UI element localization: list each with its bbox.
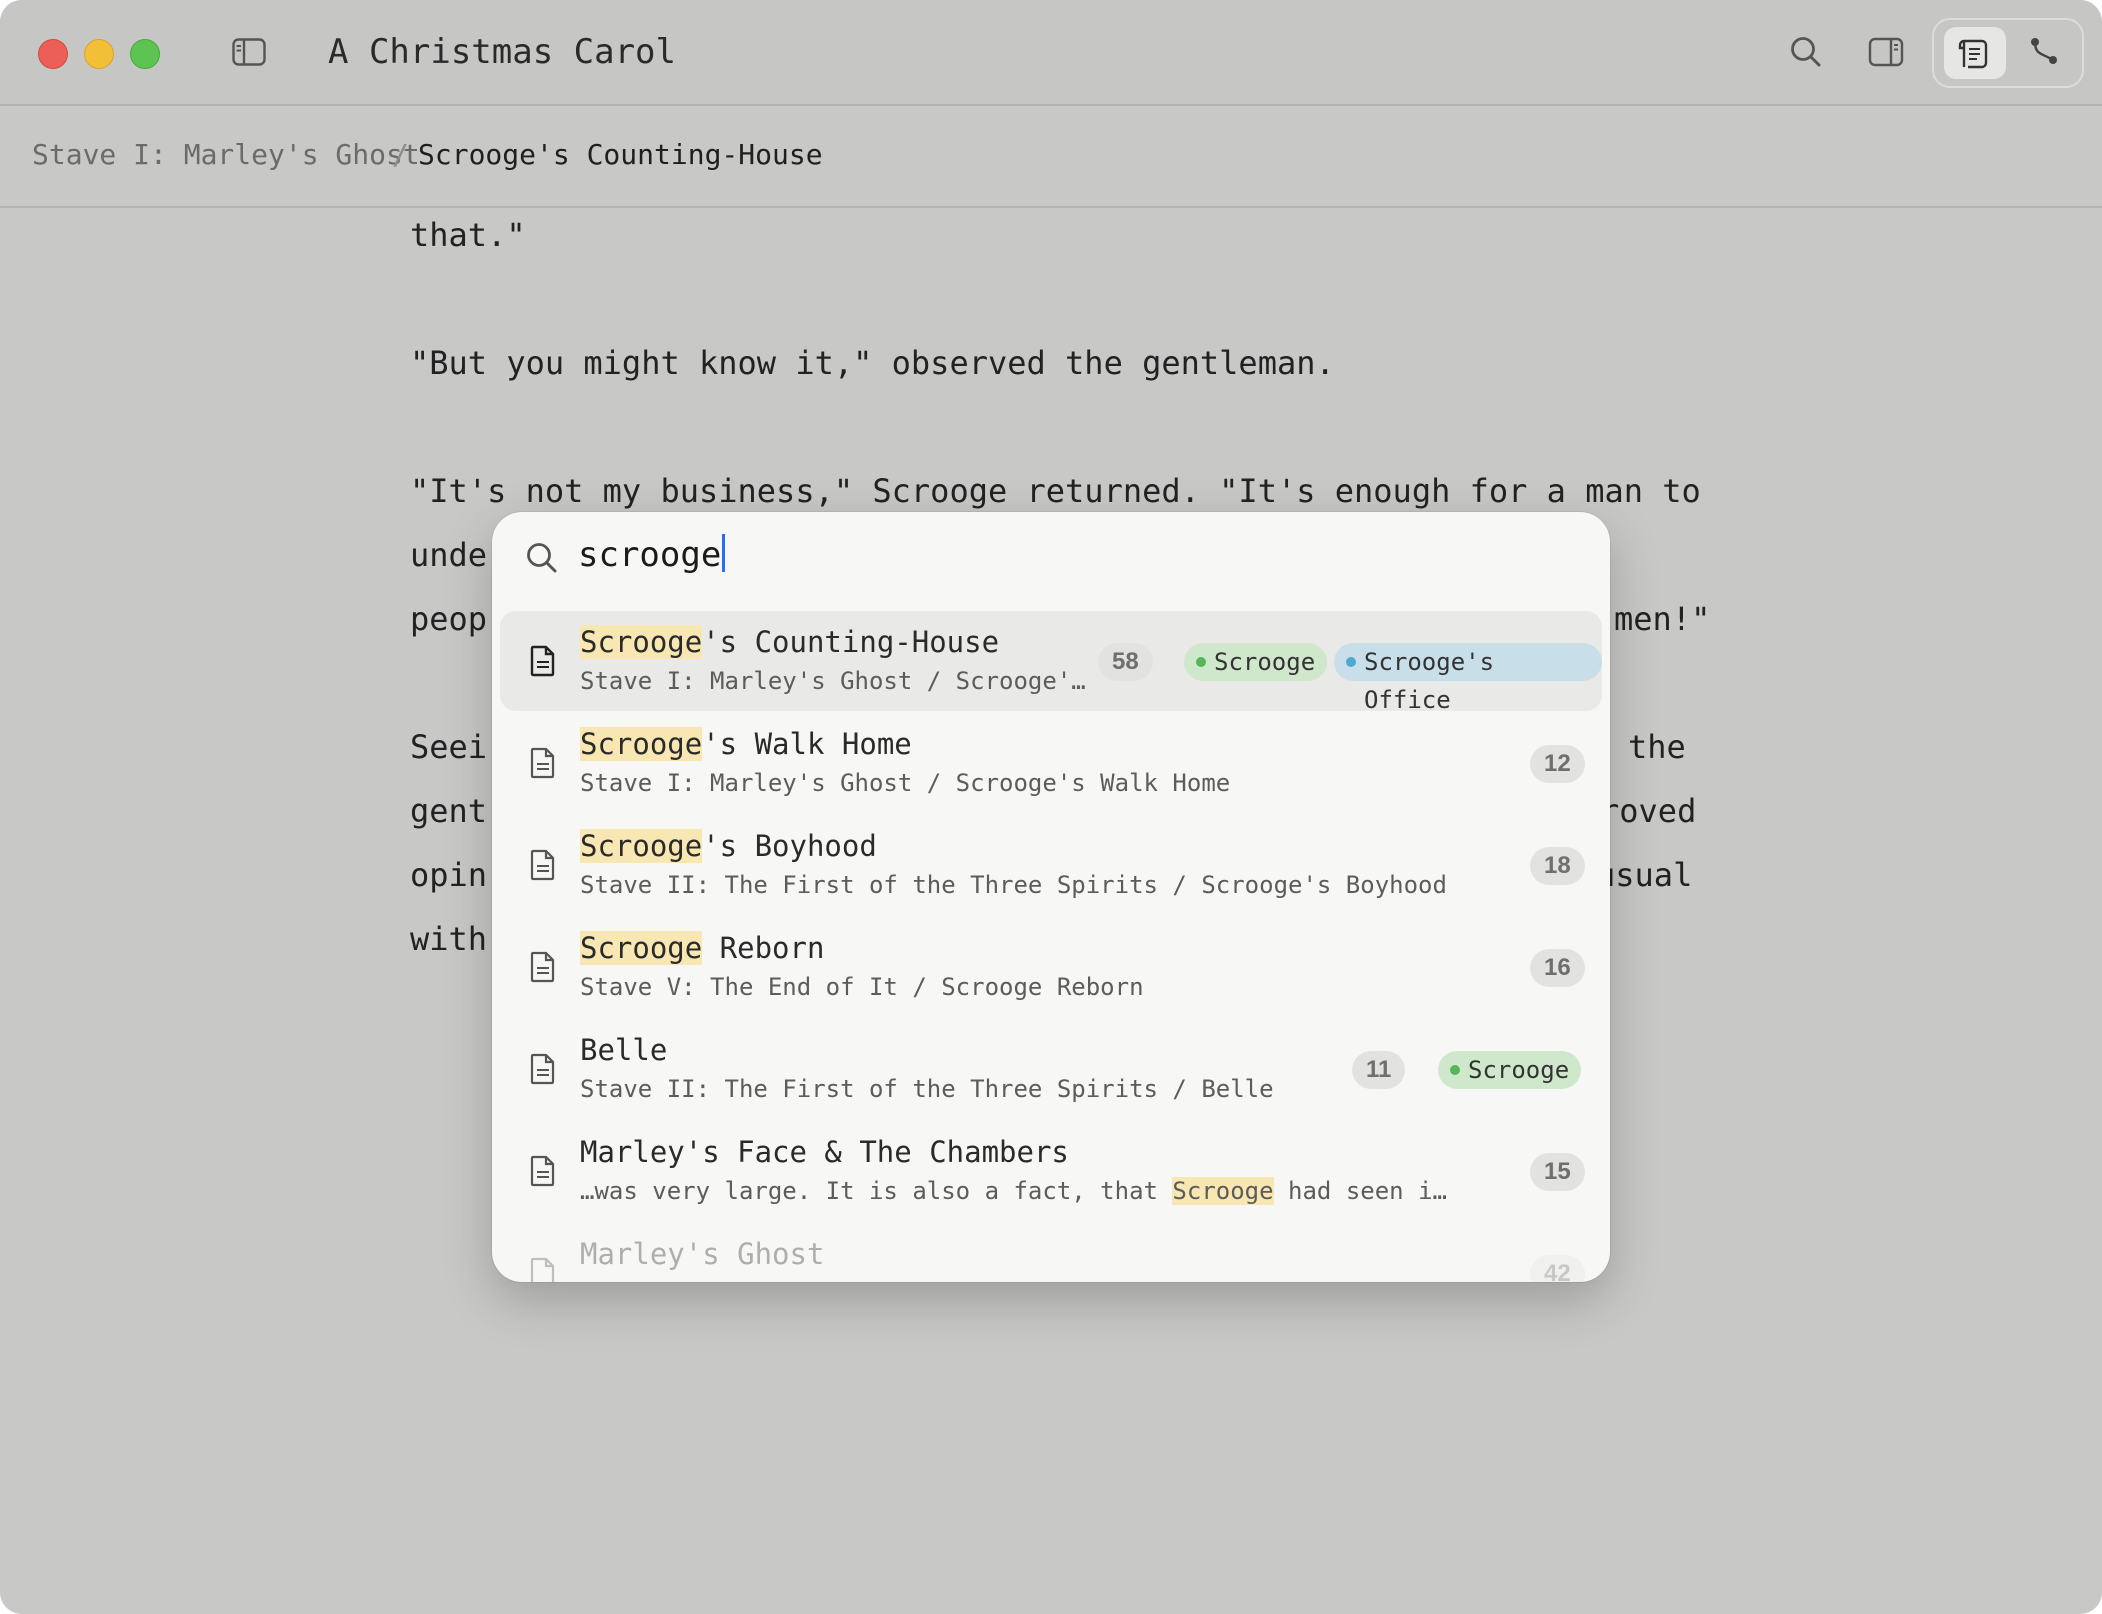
search-icon: [527, 543, 557, 573]
outline-icon: [1958, 39, 1988, 69]
result-count-badge: 11: [1352, 1051, 1406, 1089]
document-icon: [530, 747, 555, 779]
outline-view-button[interactable]: [1944, 27, 2006, 79]
result-path: Stave I: Marley's Ghost / Scrooge'…: [580, 667, 1086, 695]
document-icon: [530, 645, 555, 677]
breadcrumb-parent[interactable]: Stave I: Marley's Ghost: [32, 138, 420, 171]
result-count-badge: 16: [1530, 949, 1585, 987]
result-item[interactable]: Scrooge's Counting-House Stave I: Marley…: [500, 611, 1602, 714]
close-window-button[interactable]: [38, 39, 68, 69]
result-count-badge: 12: [1530, 745, 1585, 783]
editor-line: usual: [1596, 856, 1693, 894]
result-item[interactable]: Scrooge's Boyhood Stave II: The First of…: [500, 815, 1602, 915]
result-item[interactable]: Marley's Face & The Chambers …was very l…: [500, 1121, 1602, 1221]
editor-line: "But you might know it," observed the ge…: [410, 344, 1335, 382]
view-mode-segmented-control: [1932, 18, 2084, 88]
app-window: A Christmas Carol Stave I: Marley's Ghos…: [0, 0, 2102, 1614]
result-title: Scrooge Reborn: [580, 931, 825, 965]
editor-line: the: [1628, 728, 1686, 766]
quick-open-search-input[interactable]: scrooge: [578, 534, 726, 575]
result-item[interactable]: Scrooge's Walk Home Stave I: Marley's Gh…: [500, 713, 1602, 813]
result-snippet: …was very large. It is also a fact, that…: [580, 1177, 1447, 1205]
document-icon: [530, 1053, 555, 1085]
quick-open-search-row: scrooge: [492, 512, 1610, 604]
document-icon: [530, 1155, 555, 1187]
title-bar: A Christmas Carol: [0, 0, 2102, 106]
result-title: Scrooge's Walk Home: [580, 727, 912, 761]
editor-line: peop: [410, 600, 488, 638]
editor-line: roved: [1600, 792, 1697, 830]
sidebar-toggle-icon[interactable]: [232, 38, 266, 66]
result-count-badge: 58: [1098, 643, 1153, 681]
inspector-toggle-icon[interactable]: [1868, 34, 1904, 70]
result-path: Stave II: The First of the Three Spirits…: [580, 871, 1447, 899]
result-path: Stave II: The First of the Three Spirits…: [580, 1075, 1274, 1103]
window-title: A Christmas Carol: [328, 32, 676, 72]
breadcrumb: Stave I: Marley's Ghost / Scrooge's Coun…: [0, 106, 2102, 208]
result-path: Stave I: Marley's Ghost / Scrooge's Walk…: [580, 769, 1231, 797]
tag-scrooge[interactable]: Scrooge: [1184, 643, 1328, 681]
quick-open-popup: scrooge Scrooge's Counting-House Stave I…: [492, 512, 1610, 1282]
editor-line: men!": [1614, 600, 1711, 638]
editor-line: unde: [410, 536, 488, 574]
editor-line: Seei: [410, 728, 488, 766]
result-title: Marley's Face & The Chambers: [580, 1135, 1069, 1169]
result-title: Belle: [580, 1033, 668, 1067]
result-title: Scrooge's Counting-House: [580, 625, 1000, 659]
text-caret: [722, 534, 726, 572]
search-icon[interactable]: [1788, 34, 1824, 70]
breadcrumb-current[interactable]: Scrooge's Counting-House: [418, 138, 823, 171]
result-count-badge: 18: [1530, 847, 1585, 885]
editor-line: with: [410, 920, 488, 958]
editor-line: "It's not my business," Scrooge returned…: [410, 472, 1701, 510]
result-item[interactable]: Marley's Ghost 42: [500, 1223, 1602, 1282]
result-count-badge: 15: [1530, 1153, 1585, 1191]
editor-line: opin: [410, 856, 488, 894]
result-path: Stave V: The End of It / Scrooge Reborn: [580, 973, 1144, 1001]
tag-scrooge[interactable]: Scrooge: [1438, 1051, 1582, 1089]
document-icon: [530, 849, 555, 881]
breadcrumb-separator: /: [392, 138, 409, 171]
result-item[interactable]: Belle Stave II: The First of the Three S…: [500, 1019, 1602, 1119]
maximize-window-button[interactable]: [130, 39, 160, 69]
minimize-window-button[interactable]: [84, 39, 114, 69]
result-count-badge: 42: [1530, 1255, 1585, 1282]
document-icon: [530, 951, 555, 983]
graph-icon: [2031, 38, 2057, 64]
tag-scrooges-office[interactable]: Scrooge's Office: [1334, 643, 1602, 714]
result-item[interactable]: Scrooge Reborn Stave V: The End of It / …: [500, 917, 1602, 1017]
result-title: Marley's Ghost: [580, 1237, 825, 1271]
document-icon: [530, 1257, 555, 1282]
result-title: Scrooge's Boyhood: [580, 829, 877, 863]
editor-line: gent: [410, 792, 488, 830]
editor-line: that.": [410, 216, 526, 254]
